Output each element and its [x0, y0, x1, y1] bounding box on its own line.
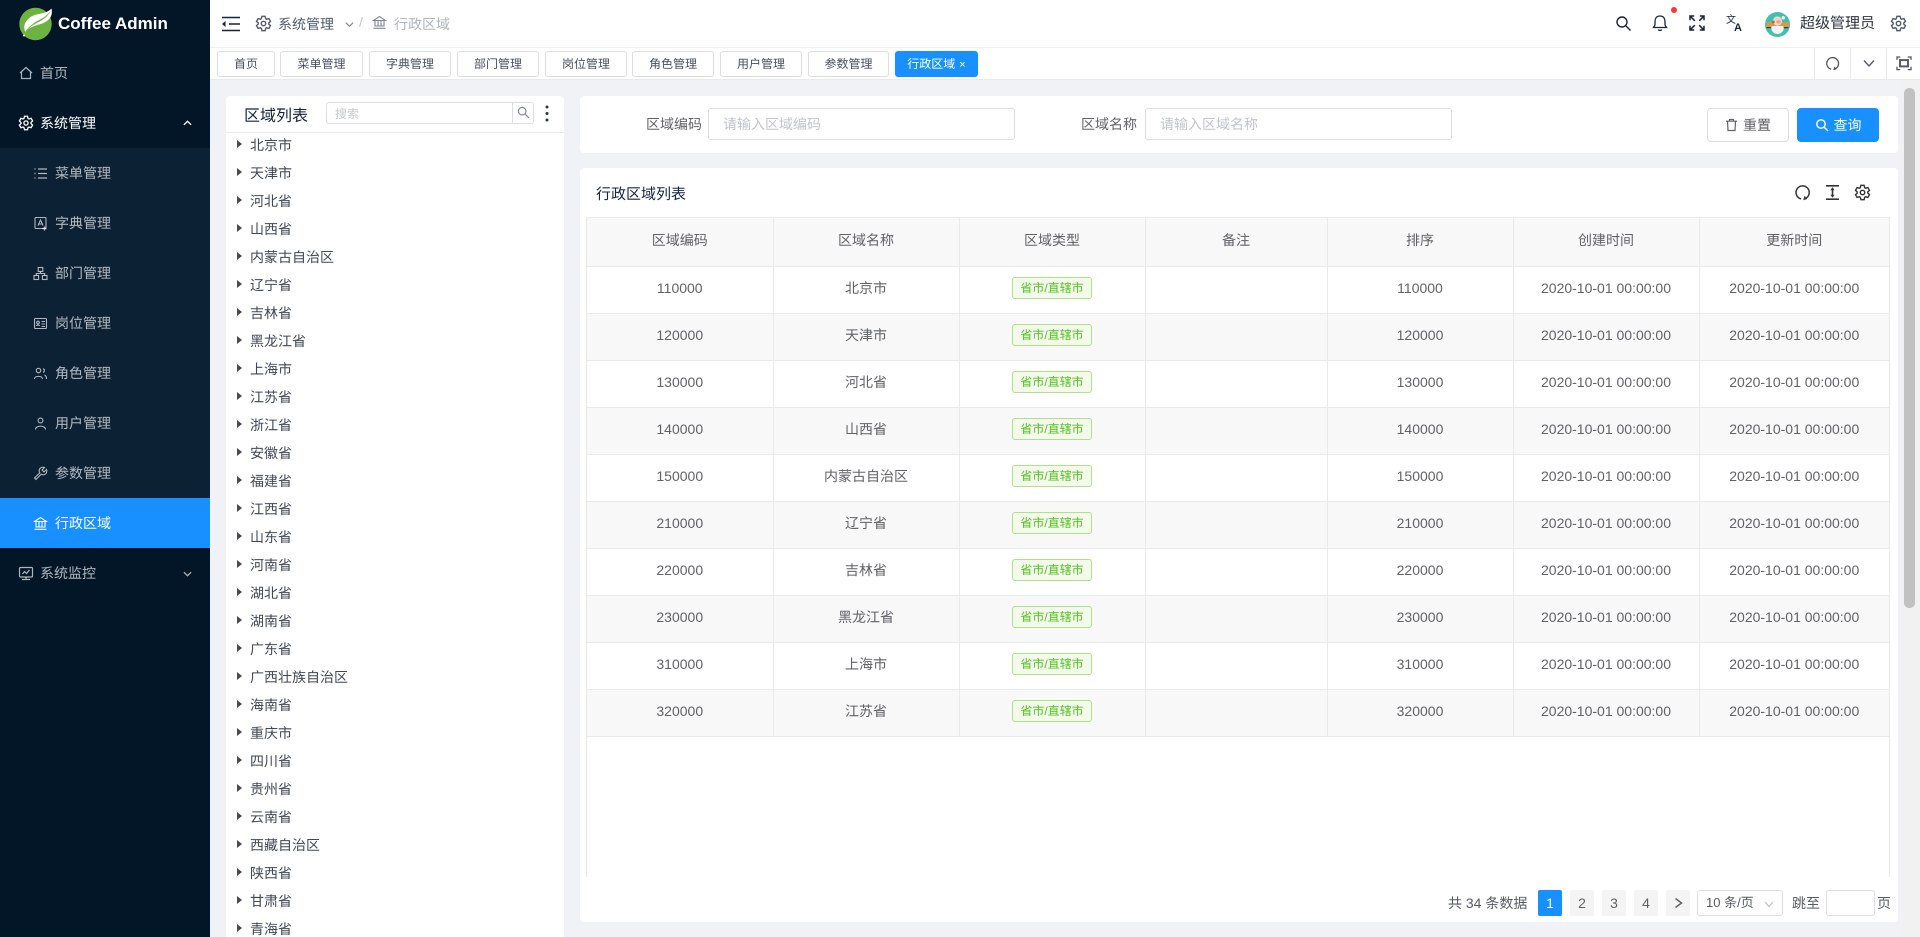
svg-text:A: A — [1734, 22, 1742, 33]
